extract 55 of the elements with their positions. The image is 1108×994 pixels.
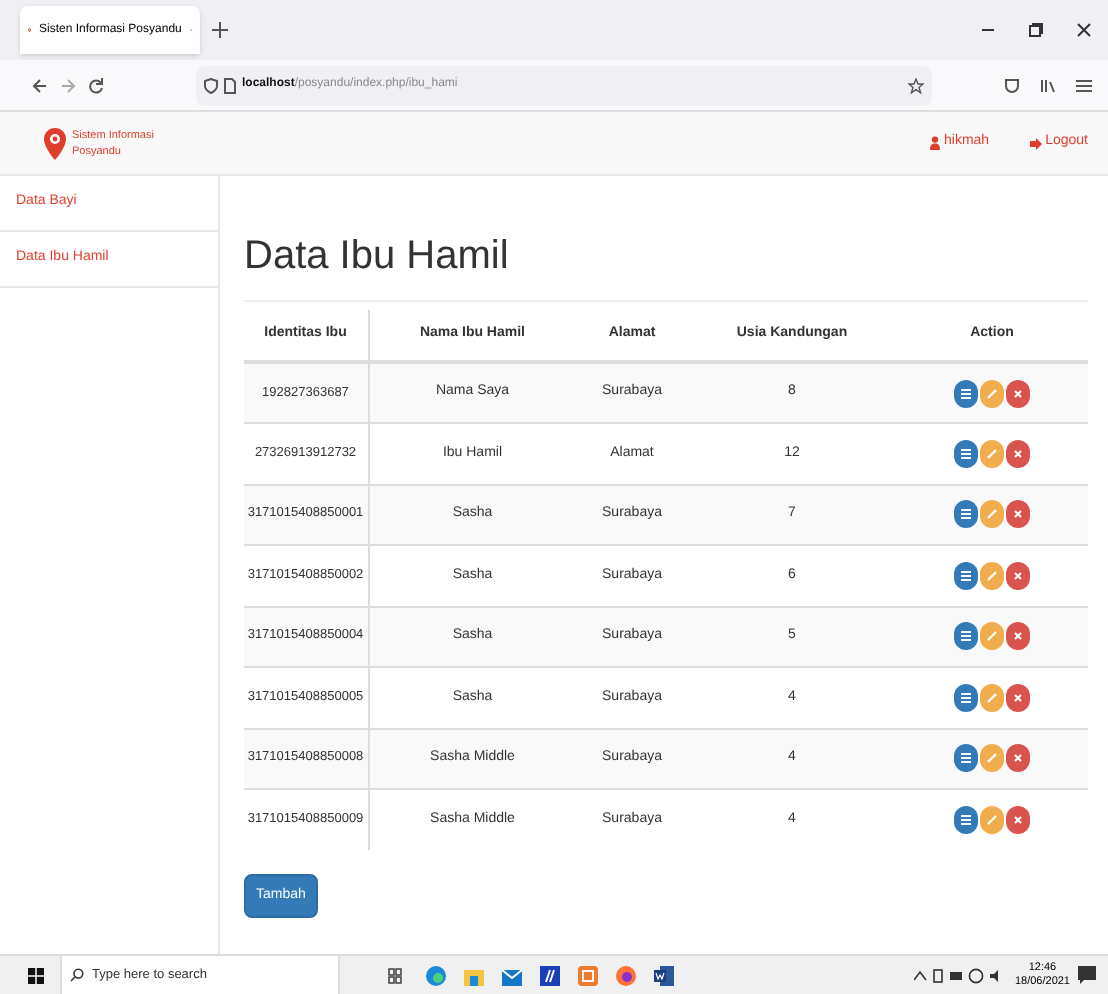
list-button[interactable] — [954, 379, 978, 407]
new-tab-icon[interactable] — [212, 22, 228, 38]
reload-icon[interactable] — [88, 77, 104, 93]
restore-icon[interactable] — [1028, 22, 1044, 38]
list-icon — [960, 814, 972, 826]
list-button[interactable] — [954, 622, 978, 651]
delete-button[interactable] — [1006, 683, 1030, 712]
star-icon[interactable] — [908, 77, 924, 93]
sign-out-icon — [1029, 137, 1042, 149]
app-icon[interactable] — [540, 965, 560, 985]
delete-button[interactable] — [1006, 806, 1030, 834]
delete-button[interactable] — [1006, 561, 1030, 590]
delete-button[interactable] — [1006, 744, 1030, 773]
browser-app-icon[interactable] — [426, 965, 446, 985]
pencil-icon — [986, 387, 998, 399]
pencil-icon — [986, 814, 998, 826]
list-button[interactable] — [954, 500, 978, 529]
user-icon — [930, 136, 940, 150]
list-icon — [960, 447, 972, 460]
folder-icon[interactable] — [464, 965, 484, 985]
list-icon — [960, 569, 972, 582]
list-button[interactable] — [954, 561, 978, 590]
pencil-icon — [986, 691, 998, 704]
notification-icon[interactable] — [1078, 966, 1096, 984]
mail-icon[interactable] — [502, 965, 522, 985]
page-icon — [224, 77, 236, 93]
pencil-icon — [986, 447, 998, 460]
list-button[interactable] — [954, 744, 978, 773]
pencil-icon — [986, 508, 998, 521]
shield-icon — [204, 77, 218, 93]
menu-icon[interactable] — [1076, 77, 1092, 93]
firefox-icon[interactable] — [616, 965, 636, 985]
list-button[interactable] — [954, 683, 978, 712]
delete-button[interactable] — [1006, 379, 1030, 407]
task-view-icon[interactable] — [388, 967, 402, 983]
delete-button[interactable] — [1006, 500, 1030, 529]
list-icon — [960, 752, 972, 765]
delete-button[interactable] — [1006, 439, 1030, 468]
list-icon — [960, 387, 972, 399]
library-icon[interactable] — [1040, 77, 1056, 93]
word-icon[interactable] — [654, 965, 674, 985]
list-button[interactable] — [954, 439, 978, 468]
windows-start-icon[interactable] — [28, 967, 44, 983]
pencil-icon — [986, 569, 998, 582]
list-button[interactable] — [954, 806, 978, 834]
pencil-icon — [986, 752, 998, 765]
back-arrow-icon[interactable] — [32, 77, 48, 93]
pencil-icon — [986, 630, 998, 643]
page-title: Data Ibu Hamil — [244, 232, 1088, 302]
delete-button[interactable] — [1006, 622, 1030, 651]
search-icon — [70, 968, 84, 982]
list-icon — [960, 691, 972, 704]
pocket-icon[interactable] — [1004, 77, 1020, 93]
list-icon — [960, 630, 972, 643]
list-icon — [960, 508, 972, 521]
